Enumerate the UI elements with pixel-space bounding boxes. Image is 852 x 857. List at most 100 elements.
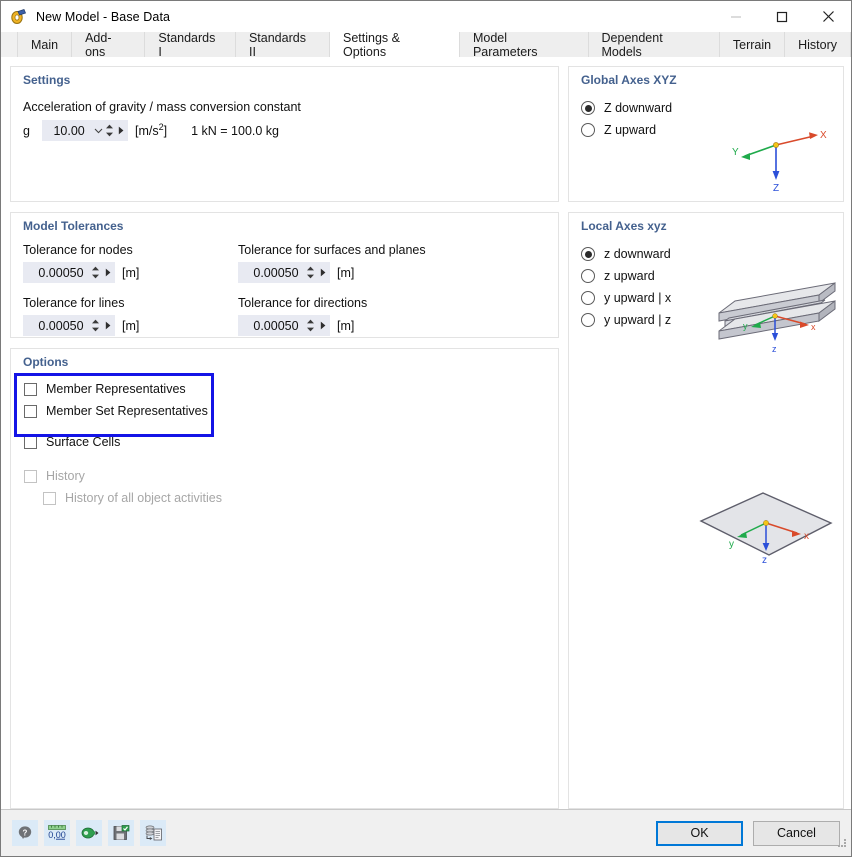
resize-grip[interactable]: [836, 835, 847, 853]
tolerance-surfaces-value: 0.00050: [239, 266, 306, 280]
tab-label: History: [798, 38, 837, 52]
checkbox-label: Member Representatives: [46, 382, 186, 396]
radio-z-downward-local[interactable]: z downward: [581, 243, 831, 265]
svg-text:0,00: 0,00: [48, 830, 66, 840]
options-panel: Options Member Representatives Member Se…: [10, 348, 559, 809]
tolerance-lines-input[interactable]: 0.00050: [23, 315, 115, 336]
radio-icon: [581, 313, 595, 327]
tolerance-nodes-stepper[interactable]: [91, 263, 102, 282]
mass-conversion-note: 1 kN = 100.0 kg: [191, 124, 279, 138]
svg-text:z: z: [762, 555, 767, 566]
tab-main[interactable]: Main: [17, 32, 72, 57]
tab-terrain[interactable]: Terrain: [720, 32, 785, 57]
tolerance-lines-label: Tolerance for lines: [23, 296, 238, 310]
radio-icon: [581, 247, 595, 261]
gravity-value: 10.00: [43, 124, 92, 138]
checkbox-label: Surface Cells: [46, 435, 120, 449]
radio-dot: [585, 251, 592, 258]
checkbox-surface-cells[interactable]: Surface Cells: [24, 431, 546, 453]
radio-label: y upward | z: [604, 313, 671, 327]
window-controls: [713, 1, 851, 32]
tolerance-lines-unit: [m]: [122, 319, 139, 333]
chevron-down-icon[interactable]: [92, 128, 105, 134]
radio-icon: [581, 291, 595, 305]
gravity-apply-icon[interactable]: [115, 126, 127, 135]
tolerance-nodes-value: 0.00050: [24, 266, 91, 280]
tab-label: Terrain: [733, 38, 771, 52]
number-format-icon[interactable]: 0,00: [44, 820, 70, 846]
checkbox-member-representatives[interactable]: Member Representatives: [24, 378, 546, 400]
tolerance-directions-value: 0.00050: [239, 319, 306, 333]
local-axes-panel: Local Axes xyz z downward z upward y upw…: [568, 212, 844, 809]
dialog-footer: ? 0,00: [1, 809, 851, 856]
radio-label: z upward: [604, 269, 655, 283]
tolerance-directions-stepper[interactable]: [306, 316, 317, 335]
tab-label: Main: [31, 38, 58, 52]
tab-label: Dependent Models: [602, 31, 706, 59]
tolerance-lines-stepper[interactable]: [91, 316, 102, 335]
tab-content-settings-and-options: Settings Acceleration of gravity / mass …: [1, 57, 851, 809]
tolerance-nodes-input[interactable]: 0.00050: [23, 262, 115, 283]
svg-text:Y: Y: [732, 147, 739, 158]
tab-settings-and-options[interactable]: Settings & Options: [330, 32, 460, 57]
save-settings-icon[interactable]: [108, 820, 134, 846]
model-tolerances-panel: Model Tolerances Tolerance for nodes 0.0…: [10, 212, 559, 338]
tolerance-directions-input[interactable]: 0.00050: [238, 315, 330, 336]
radio-dot: [585, 105, 592, 112]
tab-label: Add-ons: [85, 31, 131, 59]
tab-dependent-models[interactable]: Dependent Models: [589, 32, 720, 57]
import-settings-icon[interactable]: [76, 820, 102, 846]
checkbox-icon: [24, 405, 37, 418]
gravity-label: Acceleration of gravity / mass conversio…: [23, 100, 546, 114]
tolerance-nodes-label: Tolerance for nodes: [23, 243, 238, 257]
tab-model-parameters[interactable]: Model Parameters: [460, 32, 589, 57]
radio-label: Z downward: [604, 101, 672, 115]
tolerance-lines-apply-icon[interactable]: [101, 321, 114, 330]
tab-standards-ii[interactable]: Standards II: [236, 32, 330, 57]
checkbox-label: History: [46, 469, 85, 483]
tolerance-surfaces-label: Tolerance for surfaces and planes: [238, 243, 426, 257]
radio-z-downward[interactable]: Z downward: [581, 97, 831, 119]
tolerance-nodes-apply-icon[interactable]: [101, 268, 114, 277]
surface-plate-axes-illustration: x y z: [691, 471, 841, 586]
svg-text:y: y: [743, 321, 748, 331]
checkbox-history-of-all-object-activities: History of all object activities: [43, 487, 546, 509]
title-bar: New Model - Base Data: [1, 1, 851, 32]
global-axes-panel: Global Axes XYZ Z downward Z upward: [568, 66, 844, 202]
model-tolerances-panel-title: Model Tolerances: [11, 213, 558, 233]
tolerance-directions-apply-icon[interactable]: [316, 321, 329, 330]
dialog-action-buttons: OK Cancel: [656, 821, 840, 846]
checkbox-label: Member Set Representatives: [46, 404, 208, 418]
tolerance-surfaces-input[interactable]: 0.00050: [238, 262, 330, 283]
window-title: New Model - Base Data: [36, 10, 170, 24]
tolerance-nodes-unit: [m]: [122, 266, 139, 280]
ok-button[interactable]: OK: [656, 821, 743, 846]
ok-button-label: OK: [690, 826, 708, 840]
checkbox-icon: [24, 383, 37, 396]
tab-label: Model Parameters: [473, 31, 575, 59]
minimize-button[interactable]: [713, 1, 759, 32]
close-button[interactable]: [805, 1, 851, 32]
checkbox-icon: [24, 436, 37, 449]
checkbox-member-set-representatives[interactable]: Member Set Representatives: [24, 400, 546, 422]
maximize-button[interactable]: [759, 1, 805, 32]
gravity-input[interactable]: 10.00: [42, 120, 128, 141]
help-icon[interactable]: ?: [12, 820, 38, 846]
tolerance-surfaces-stepper[interactable]: [306, 263, 317, 282]
gravity-stepper[interactable]: [105, 121, 115, 140]
right-column: Global Axes XYZ Z downward Z upward: [568, 66, 844, 809]
gravity-unit: [m/s2]: [135, 122, 167, 138]
tab-standards-i[interactable]: Standards I: [145, 32, 236, 57]
tab-add-ons[interactable]: Add-ons: [72, 32, 145, 57]
svg-text:?: ?: [23, 829, 28, 838]
radio-icon: [581, 123, 595, 137]
svg-text:Z: Z: [773, 183, 779, 193]
radio-label: z downward: [604, 247, 671, 261]
tab-history[interactable]: History: [785, 32, 851, 57]
tolerance-surfaces-apply-icon[interactable]: [316, 268, 329, 277]
settings-panel: Settings Acceleration of gravity / mass …: [10, 66, 559, 202]
svg-text:X: X: [820, 130, 827, 141]
cancel-button[interactable]: Cancel: [753, 821, 840, 846]
svg-text:z: z: [772, 344, 777, 354]
copy-settings-icon[interactable]: [140, 820, 166, 846]
